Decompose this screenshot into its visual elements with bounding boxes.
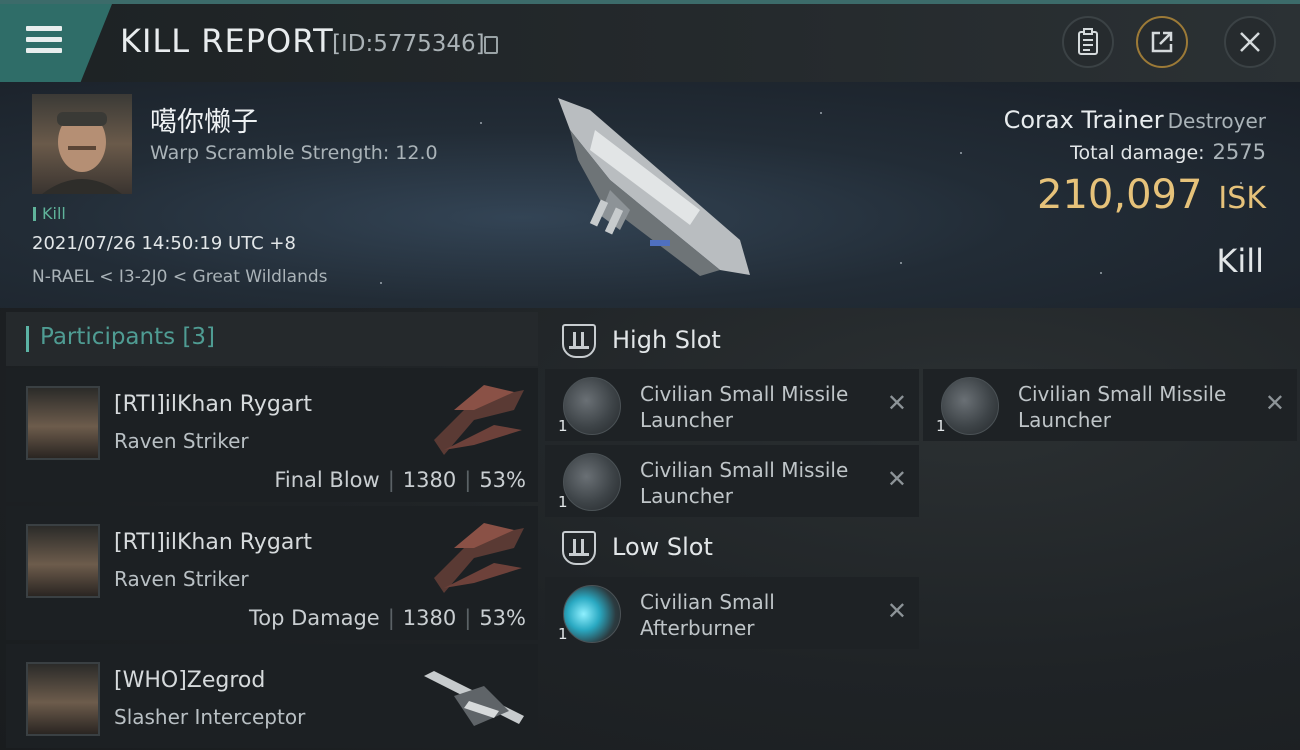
kill-summary-panel: 噶你懒子 Warp Scramble Strength: 12.0 Kill 2… [0, 82, 1300, 308]
low-slot-icon [562, 531, 596, 565]
fitted-module[interactable]: 1 Civilian Small Afterburner ✕ [545, 577, 919, 649]
afterburner-icon [563, 585, 621, 643]
low-slot-header: Low Slot [548, 521, 918, 575]
participant-card[interactable]: [RTI]ilKhan Rygart Raven Striker Top Dam… [6, 506, 538, 640]
fitted-module[interactable]: 1 Civilian Small Missile Launcher ✕ [923, 369, 1297, 441]
module-name: Civilian Small Missile Launcher [640, 458, 849, 508]
total-damage-label: Total damage: [1070, 142, 1205, 164]
victim-portrait[interactable] [32, 94, 132, 194]
kill-tag: Kill [33, 204, 66, 223]
avatar [26, 662, 100, 736]
module-quantity: 1 [558, 417, 568, 435]
isk-value: 210,097 ISK [1037, 172, 1266, 218]
participant-role: Final Blow [274, 468, 380, 492]
participant-card[interactable]: [RTI]ilKhan Rygart Raven Striker Final B… [6, 368, 538, 502]
isk-amount: 210,097 [1037, 172, 1203, 218]
destroyed-marker-icon: ✕ [886, 389, 907, 417]
high-slot-icon [562, 324, 596, 358]
participant-percent: 53% [479, 468, 526, 492]
destroyed-marker-icon: ✕ [886, 597, 907, 625]
menu-icon [26, 26, 62, 59]
close-icon [1240, 32, 1260, 52]
participant-card[interactable]: [WHO]Zegrod Slasher Interceptor [6, 644, 538, 748]
high-slot-header: High Slot [548, 314, 918, 368]
participant-name: [WHO]Zegrod [114, 668, 266, 693]
participant-ship: Raven Striker [114, 567, 249, 591]
kill-result: Kill [1216, 242, 1264, 280]
module-name: Civilian Small Missile Launcher [640, 382, 849, 432]
low-slot-label: Low Slot [612, 533, 713, 561]
raven-striker-ship-image [434, 523, 524, 593]
fitted-module[interactable]: 1 Civilian Small Missile Launcher ✕ [545, 369, 919, 441]
clipboard-button[interactable] [1062, 16, 1114, 68]
participant-name: [RTI]ilKhan Rygart [114, 392, 313, 417]
destroyer-ship-image [558, 98, 750, 276]
participant-name: [RTI]ilKhan Rygart [114, 530, 313, 555]
participant-stats: Top Damage | 1380 | 53% [248, 606, 526, 630]
participant-ship: Slasher Interceptor [114, 705, 306, 729]
share-button[interactable] [1136, 16, 1188, 68]
destroyed-marker-icon: ✕ [1264, 389, 1285, 417]
warp-scramble-strength: Warp Scramble Strength: 12.0 [150, 142, 438, 164]
participant-role: Top Damage [248, 606, 380, 630]
participants-header: Participants [3] [6, 312, 538, 366]
missile-launcher-icon [563, 377, 621, 435]
participant-damage: 1380 [402, 606, 457, 630]
missile-launcher-icon [563, 453, 621, 511]
module-quantity: 1 [558, 625, 568, 643]
kill-location: N-RAEL < I3-2J0 < Great Wildlands [32, 267, 328, 287]
module-quantity: 1 [558, 493, 568, 511]
participant-percent: 53% [479, 606, 526, 630]
destroyed-marker-icon: ✕ [886, 465, 907, 493]
isk-unit: ISK [1218, 181, 1266, 216]
module-quantity: 1 [936, 417, 946, 435]
participant-ship: Raven Striker [114, 429, 249, 453]
fitted-module[interactable]: 1 Civilian Small Missile Launcher ✕ [545, 445, 919, 517]
ship-name: Corax Trainer [1003, 106, 1164, 134]
avatar [26, 524, 100, 598]
clipboard-icon [1078, 28, 1098, 55]
participant-damage: 1380 [402, 468, 457, 492]
module-name: Civilian Small Afterburner [640, 590, 775, 640]
total-damage-value: 2575 [1212, 140, 1266, 164]
kill-datetime: 2021/07/26 14:50:19 UTC +8 [32, 233, 296, 254]
close-button[interactable] [1224, 16, 1276, 68]
report-id: [ID:5775346] [332, 31, 485, 57]
victim-name: 噶你懒子 [150, 107, 258, 138]
participant-stats: Final Blow | 1380 | 53% [274, 468, 526, 492]
ship-class: Destroyer [1167, 109, 1266, 133]
slasher-interceptor-ship-image [424, 671, 524, 726]
raven-striker-ship-image [434, 385, 524, 455]
missile-launcher-icon [941, 377, 999, 435]
participants-title: Participants [3] [40, 324, 215, 350]
page-title: KILL REPORT [120, 22, 334, 60]
module-name: Civilian Small Missile Launcher [1018, 382, 1227, 432]
avatar [26, 386, 100, 460]
total-damage: Total damage: 2575 [1070, 140, 1266, 164]
share-icon [1151, 31, 1173, 53]
copy-icon[interactable] [484, 36, 498, 54]
high-slot-label: High Slot [612, 326, 721, 354]
victim-ship: Corax Trainer Destroyer [1004, 106, 1266, 134]
